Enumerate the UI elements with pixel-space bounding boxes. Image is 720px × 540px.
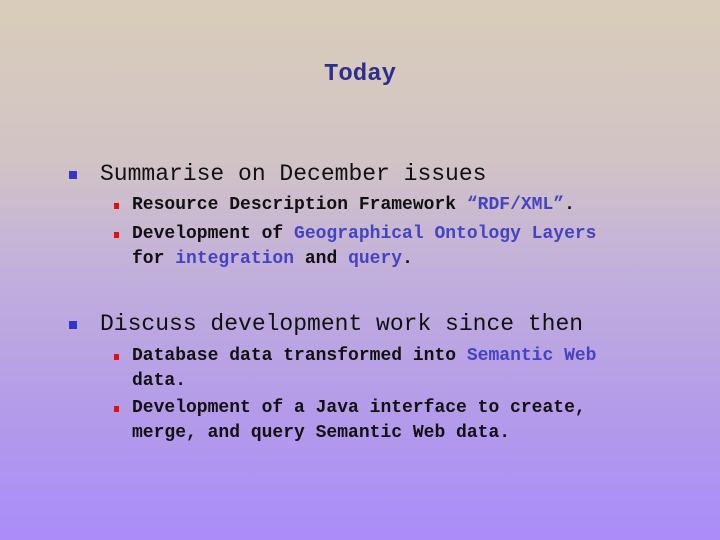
sub-bullet-database: Database data transformed into Semantic … [132,344,672,394]
highlight-integration: integration [175,249,295,269]
sub-bullet-rdf: Resource Description Framework “RDF/XML”… [132,193,672,218]
highlight-query: query [348,249,403,269]
text-segment: . [402,249,413,269]
square-bullet-icon [69,171,77,179]
text-segment: merge, and query Semantic Web data. [132,423,511,443]
square-bullet-icon [114,406,119,412]
text-segment: Resource Description Framework [132,195,467,215]
square-bullet-icon [114,354,119,360]
bullet-discuss: Discuss development work since then [100,311,584,337]
bullet-summarise: Summarise on December issues [100,161,487,187]
sub-bullet-ontology: Development of Geographical Ontology Lay… [132,222,672,272]
square-bullet-icon [114,203,119,209]
text-segment: data. [132,371,187,391]
text-segment: for [132,249,176,269]
text-segment: and [294,249,349,269]
text-segment: Development of a Java interface to creat… [132,398,586,418]
highlight-geo-ontology: Geographical Ontology Layers [294,224,597,244]
square-bullet-icon [114,232,119,238]
text-segment: Development of [132,224,295,244]
slide-title: Today [323,61,396,88]
highlight-semantic-web: Semantic Web [466,346,597,366]
sub-bullet-java: Development of a Java interface to creat… [132,396,672,446]
square-bullet-icon [69,321,77,329]
text-segment: . [564,195,575,215]
highlight-rdf-xml: “RDF/XML” [466,195,565,215]
text-segment: Database data transformed into [132,346,467,366]
